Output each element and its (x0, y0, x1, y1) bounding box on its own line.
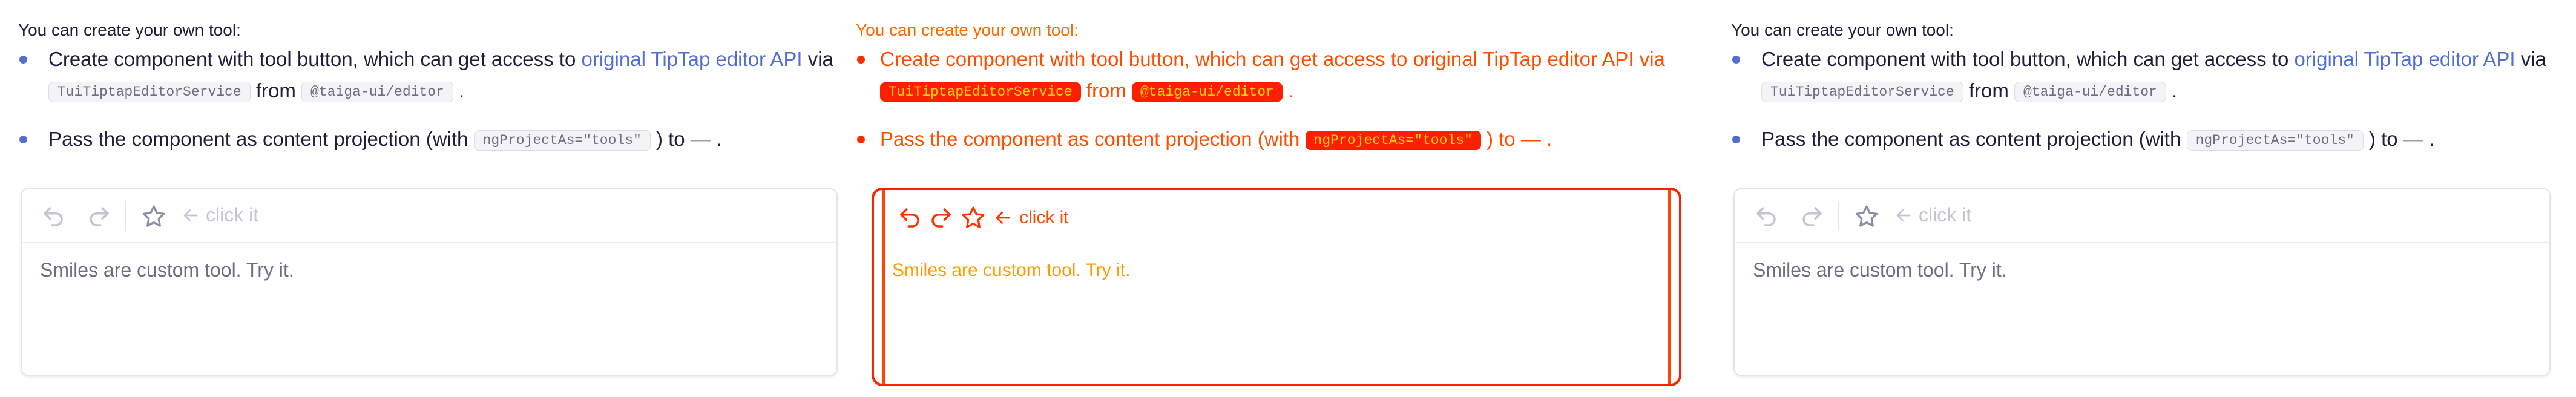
tiptap-api-link[interactable]: original TipTap editor API (1413, 48, 1634, 70)
editor-toolbar: click it (897, 205, 1069, 231)
bullet-text: Pass the component as content projection… (48, 128, 474, 150)
bullet-dot (19, 136, 27, 143)
undo-icon (1756, 207, 1776, 226)
list-item: Pass the component as content projection… (1731, 123, 2548, 156)
redo-icon (1802, 207, 1822, 226)
star-icon (142, 205, 165, 227)
editor-toolbar: click it (1735, 189, 2549, 243)
bullet-text: . (1540, 128, 1552, 150)
panel-left: You can create your own tool: Create com… (0, 0, 847, 397)
bullet-text: Pass the component as content projection… (880, 128, 1306, 150)
placeholder-dash: — (1520, 128, 1541, 150)
bullet-text: via (2515, 48, 2546, 70)
panel-diff: You can create your own tool: Create com… (847, 0, 1713, 397)
editor: click it Smiles are custom tool. Try it. (1733, 188, 2551, 376)
code-package: @taiga-ui/editor (1132, 82, 1283, 102)
smile-tool-button[interactable] (1853, 203, 1880, 230)
click-hint: click it (1893, 204, 1971, 226)
tiptap-api-link[interactable]: original TipTap editor API (2295, 48, 2515, 70)
undo-button[interactable] (40, 203, 67, 230)
code-editor-service: TuiTiptapEditorService (880, 82, 1081, 102)
redo-button[interactable] (1799, 203, 1825, 230)
star-icon (1855, 205, 1878, 227)
toolbar-divider (1838, 201, 1839, 231)
list-item: Pass the component as content projection… (18, 123, 835, 156)
bullet-text: from (1080, 79, 1132, 102)
instruction-list: Create component with tool button, which… (856, 44, 1697, 172)
bullet-text: Create component with tool button, which… (880, 48, 1413, 70)
click-hint-label: click it (1919, 204, 1972, 226)
bullet-dot (857, 136, 865, 143)
redo-button[interactable] (86, 203, 113, 230)
placeholder-dash: — (2403, 128, 2423, 150)
arrow-left-icon (1896, 209, 1911, 221)
toolbar-divider (125, 201, 126, 231)
editor-content[interactable]: Smiles are custom tool. Try it. (892, 260, 1130, 281)
list-item: Create component with tool button, which… (856, 44, 1697, 108)
bullet-text: . (1282, 79, 1294, 102)
intro-text: You can create your own tool: (18, 21, 241, 39)
code-package: @taiga-ui/editor (2014, 82, 2166, 102)
click-hint-label: click it (206, 204, 259, 226)
editor-toolbar: click it (22, 189, 836, 243)
undo-icon (44, 207, 63, 226)
instruction-list: Create component with tool button, which… (18, 44, 835, 172)
click-hint: click it (180, 204, 258, 226)
list-item: Create component with tool button, which… (18, 44, 835, 108)
bullet-text: ) to (1480, 128, 1521, 150)
code-editor-service: TuiTiptapEditorService (1761, 82, 1963, 102)
code-ng-project-as: ngProjectAs="tools" (2186, 130, 2364, 151)
undo-icon[interactable] (897, 205, 922, 231)
bullet-text: ) to (2363, 128, 2404, 150)
editor-content[interactable]: Smiles are custom tool. Try it. (40, 259, 294, 281)
editor: click it Smiles are custom tool. Try it. (872, 188, 1681, 386)
code-ng-project-as: ngProjectAs="tools" (473, 130, 651, 151)
smile-tool-button[interactable] (140, 203, 167, 230)
bullet-dot (857, 56, 865, 64)
bullet-text: from (250, 79, 301, 102)
star-icon[interactable] (960, 205, 987, 231)
editor-content[interactable]: Smiles are custom tool. Try it. (1753, 259, 2007, 281)
bullet-dot (1732, 56, 1740, 64)
bullet-text: . (2166, 79, 2178, 102)
arrow-left-icon (996, 212, 1010, 224)
code-ng-project-as: ngProjectAs="tools" (1305, 131, 1481, 150)
intro-text: You can create your own tool: (856, 21, 1079, 39)
placeholder-dash: — (690, 128, 711, 150)
redo-icon (90, 207, 109, 226)
bullet-text: from (1963, 79, 2014, 102)
bullet-text: via (1634, 48, 1665, 70)
tiptap-api-link[interactable]: original TipTap editor API (582, 48, 803, 70)
bullet-text: . (710, 128, 722, 150)
undo-button[interactable] (1753, 203, 1779, 230)
click-hint-label: click it (1019, 208, 1069, 228)
redo-icon[interactable] (928, 205, 954, 231)
bullet-text: Pass the component as content projection… (1761, 128, 2187, 150)
list-item: Pass the component as content projection… (856, 123, 1697, 156)
intro-text: You can create your own tool: (1731, 21, 1954, 39)
bullet-text: ) to (650, 128, 691, 150)
bullet-text: . (2423, 128, 2435, 150)
instruction-list: Create component with tool button, which… (1731, 44, 2548, 172)
bullet-text: Create component with tool button, which… (48, 48, 582, 70)
bullet-dot (1732, 136, 1740, 143)
arrow-left-icon (183, 209, 198, 221)
bullet-dot (19, 56, 27, 64)
editor: click it Smiles are custom tool. Try it. (21, 188, 838, 376)
bullet-text: via (802, 48, 833, 70)
code-package: @taiga-ui/editor (301, 82, 453, 102)
list-item: Create component with tool button, which… (1731, 44, 2548, 108)
code-editor-service: TuiTiptapEditorService (48, 82, 251, 102)
bullet-text: Create component with tool button, which… (1761, 48, 2295, 70)
bullet-text: . (453, 79, 465, 102)
panel-right: You can create your own tool: Create com… (1713, 0, 2576, 397)
